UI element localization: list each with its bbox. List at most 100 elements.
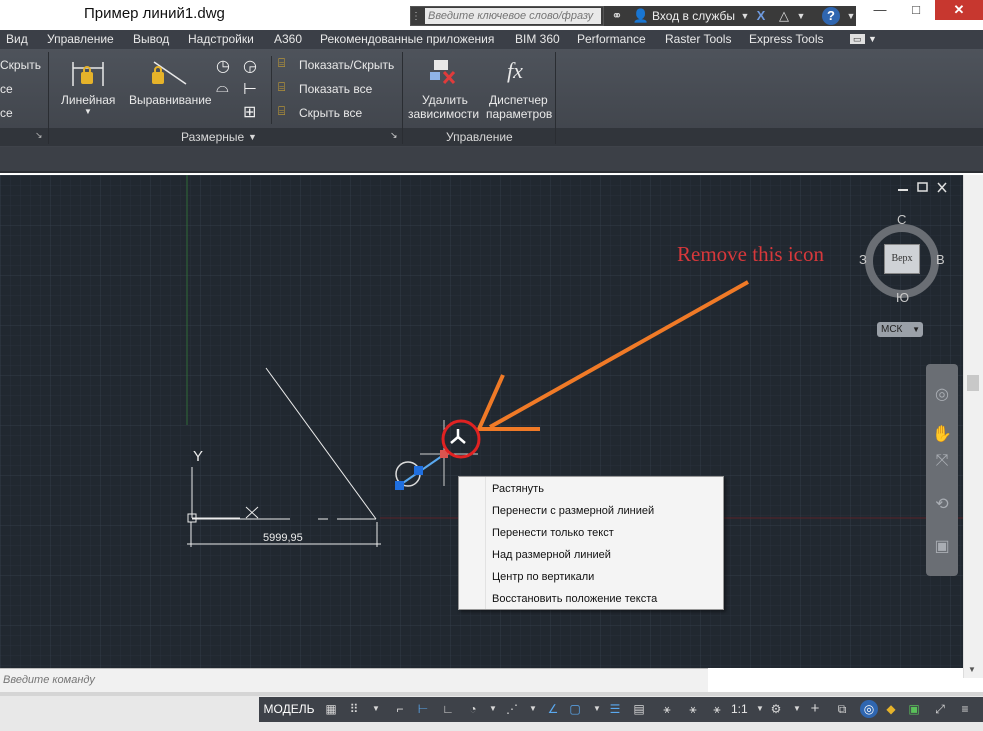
arc-dimension-icon[interactable]: ⌓: [216, 79, 229, 97]
signin-button[interactable]: Вход в службы: [652, 9, 735, 23]
grip-handle[interactable]: [414, 466, 423, 475]
quick-properties-icon[interactable]: ◎: [860, 700, 878, 718]
annotation-scale-value[interactable]: 1:1: [731, 702, 748, 716]
chevron-down-icon[interactable]: ▼: [524, 699, 542, 719]
clean-screen-icon[interactable]: ⤢: [931, 699, 949, 719]
linear-dimension-button[interactable]: Линейная ▼: [55, 56, 121, 122]
annotation-visibility-icon[interactable]: ⚹: [658, 699, 676, 719]
annotation-monitor-icon[interactable]: +: [806, 699, 824, 719]
user-icon[interactable]: 👤: [630, 6, 652, 26]
transparency-icon[interactable]: ▤: [630, 699, 648, 719]
lineweight-icon[interactable]: ☰: [606, 699, 624, 719]
chevron-down-icon[interactable]: ▼: [840, 6, 862, 26]
units-icon[interactable]: ⧉: [833, 699, 851, 719]
viewcube-top-face[interactable]: Верх: [884, 244, 920, 274]
chevron-down-icon[interactable]: ▼: [868, 34, 877, 44]
show-all-icon: ⌸: [278, 80, 286, 94]
panel-title-manage[interactable]: Управление: [446, 130, 513, 144]
chevron-down-icon[interactable]: ▼: [367, 699, 385, 719]
menu-item-move-text-only[interactable]: Перенести только текст: [459, 522, 723, 544]
chevron-down-icon[interactable]: ▼: [484, 699, 502, 719]
viewcube-east[interactable]: В: [936, 252, 945, 267]
polar-tracking-icon[interactable]: ◔: [464, 699, 482, 719]
tab-manage[interactable]: Управление: [47, 32, 114, 46]
pan-hand-icon[interactable]: ✋: [926, 424, 958, 444]
search-box[interactable]: ⋮: [410, 6, 604, 26]
show-hide-button[interactable]: Показать/Скрыть: [299, 58, 394, 72]
tab-raster-tools[interactable]: Raster Tools: [665, 32, 731, 46]
customization-menu-icon[interactable]: ≡: [956, 699, 974, 719]
parameters-manager-button[interactable]: fx Диспетчер параметров: [483, 56, 555, 122]
chevron-down-icon[interactable]: ▼: [248, 132, 257, 142]
tab-express-tools[interactable]: Express Tools: [749, 32, 823, 46]
dynamic-input-icon[interactable]: ⊢: [414, 699, 432, 719]
grid-toggle-icon[interactable]: ▦: [322, 699, 340, 719]
isolate-objects-icon[interactable]: ◆: [882, 699, 900, 719]
show-all-button[interactable]: Показать все: [299, 82, 372, 96]
command-input[interactable]: [0, 672, 700, 688]
tab-performance[interactable]: Performance: [577, 32, 646, 46]
diameter-dimension-icon[interactable]: ⊢: [243, 79, 257, 99]
isodraft-icon[interactable]: ⋰: [503, 699, 521, 719]
panel-title-dimensional[interactable]: Размерные: [181, 130, 244, 144]
menu-item-above-dim-line[interactable]: Над размерной линией: [459, 544, 723, 566]
menu-item-center-vertically[interactable]: Центр по вертикали: [459, 566, 723, 588]
annotation-scale-icon[interactable]: ⚹: [708, 699, 726, 719]
ortho-icon[interactable]: ∟: [439, 699, 457, 719]
orbit-icon[interactable]: ⟲: [926, 494, 958, 514]
workspace-gear-icon[interactable]: ⚙: [767, 699, 785, 719]
binoculars-icon[interactable]: ⚭: [606, 6, 628, 26]
chevron-down-icon[interactable]: ▼: [790, 6, 812, 26]
steering-wheel-icon[interactable]: ◎: [926, 384, 958, 404]
angular-dimension-icon[interactable]: ◷: [216, 56, 230, 76]
radial-dimension-icon[interactable]: ◶: [243, 56, 257, 76]
left-panel-item[interactable]: се: [0, 82, 13, 96]
panel-expand-icon[interactable]: ↘: [390, 130, 398, 141]
vertical-scrollbar[interactable]: ▼: [963, 175, 983, 678]
grip-handle[interactable]: [395, 481, 404, 490]
object-snap-icon[interactable]: ▢: [566, 699, 584, 719]
menu-item-stretch[interactable]: Растянуть: [459, 478, 723, 500]
zoom-extents-icon[interactable]: ⤧: [926, 452, 958, 470]
aligned-dimension-button[interactable]: Выравнивание: [126, 56, 212, 122]
viewcube-west[interactable]: З: [859, 252, 867, 267]
object-snap-tracking-icon[interactable]: ∠: [544, 699, 562, 719]
viewcube-south[interactable]: Ю: [896, 290, 909, 305]
search-input[interactable]: [425, 8, 601, 24]
help-icon[interactable]: ?: [822, 7, 840, 25]
ribbon-display-toggle[interactable]: ▭: [850, 34, 865, 44]
tab-featured-apps[interactable]: Рекомендованные приложения: [320, 32, 494, 46]
wcs-menu[interactable]: МСК ▼: [877, 322, 923, 337]
tab-addins[interactable]: Надстройки: [188, 32, 254, 46]
minimize-button[interactable]: —: [862, 0, 898, 20]
scrollbar-thumb[interactable]: [967, 375, 979, 391]
delete-constraints-button[interactable]: Удалить зависимости: [406, 56, 480, 122]
hide-all-button[interactable]: Скрыть все: [299, 106, 362, 120]
hardware-acceleration-icon[interactable]: ▣: [905, 699, 923, 719]
tab-view[interactable]: Вид: [6, 32, 28, 46]
auto-scale-icon[interactable]: ⚹: [684, 699, 702, 719]
chevron-down-icon[interactable]: ▼: [588, 699, 606, 719]
infer-constraints-icon[interactable]: ⌐: [391, 699, 409, 719]
model-space-button[interactable]: МОДЕЛЬ: [262, 699, 316, 719]
showmotion-icon[interactable]: ▣: [926, 536, 958, 556]
panel-expand-icon[interactable]: ↘: [35, 130, 43, 141]
viewport-minimize-icon[interactable]: [898, 189, 908, 191]
viewcube-north[interactable]: С: [897, 212, 906, 227]
menu-item-reset-text-position[interactable]: Восстановить положение текста: [459, 588, 723, 610]
close-button[interactable]: ✕: [935, 0, 983, 20]
snap-toggle-icon[interactable]: ⠿: [345, 699, 363, 719]
params-manager-label: Диспетчер: [489, 93, 548, 107]
menu-item-move-with-dim-line[interactable]: Перенести с размерной линией: [459, 500, 723, 522]
left-panel-item[interactable]: Скрыть: [0, 58, 41, 72]
dimension-text[interactable]: 5999,95: [263, 532, 303, 544]
scroll-down-icon[interactable]: ▼: [968, 665, 976, 674]
left-panel-item[interactable]: се: [0, 106, 13, 120]
tab-bim360[interactable]: BIM 360: [515, 32, 560, 46]
tab-a360[interactable]: A360: [274, 32, 302, 46]
chevron-down-icon[interactable]: ▼: [788, 699, 806, 719]
maximize-button[interactable]: □: [898, 0, 934, 20]
tab-output[interactable]: Вывод: [133, 32, 169, 46]
ordinate-dimension-icon[interactable]: ⊞: [243, 102, 256, 122]
exchange-icon[interactable]: X: [750, 6, 772, 26]
